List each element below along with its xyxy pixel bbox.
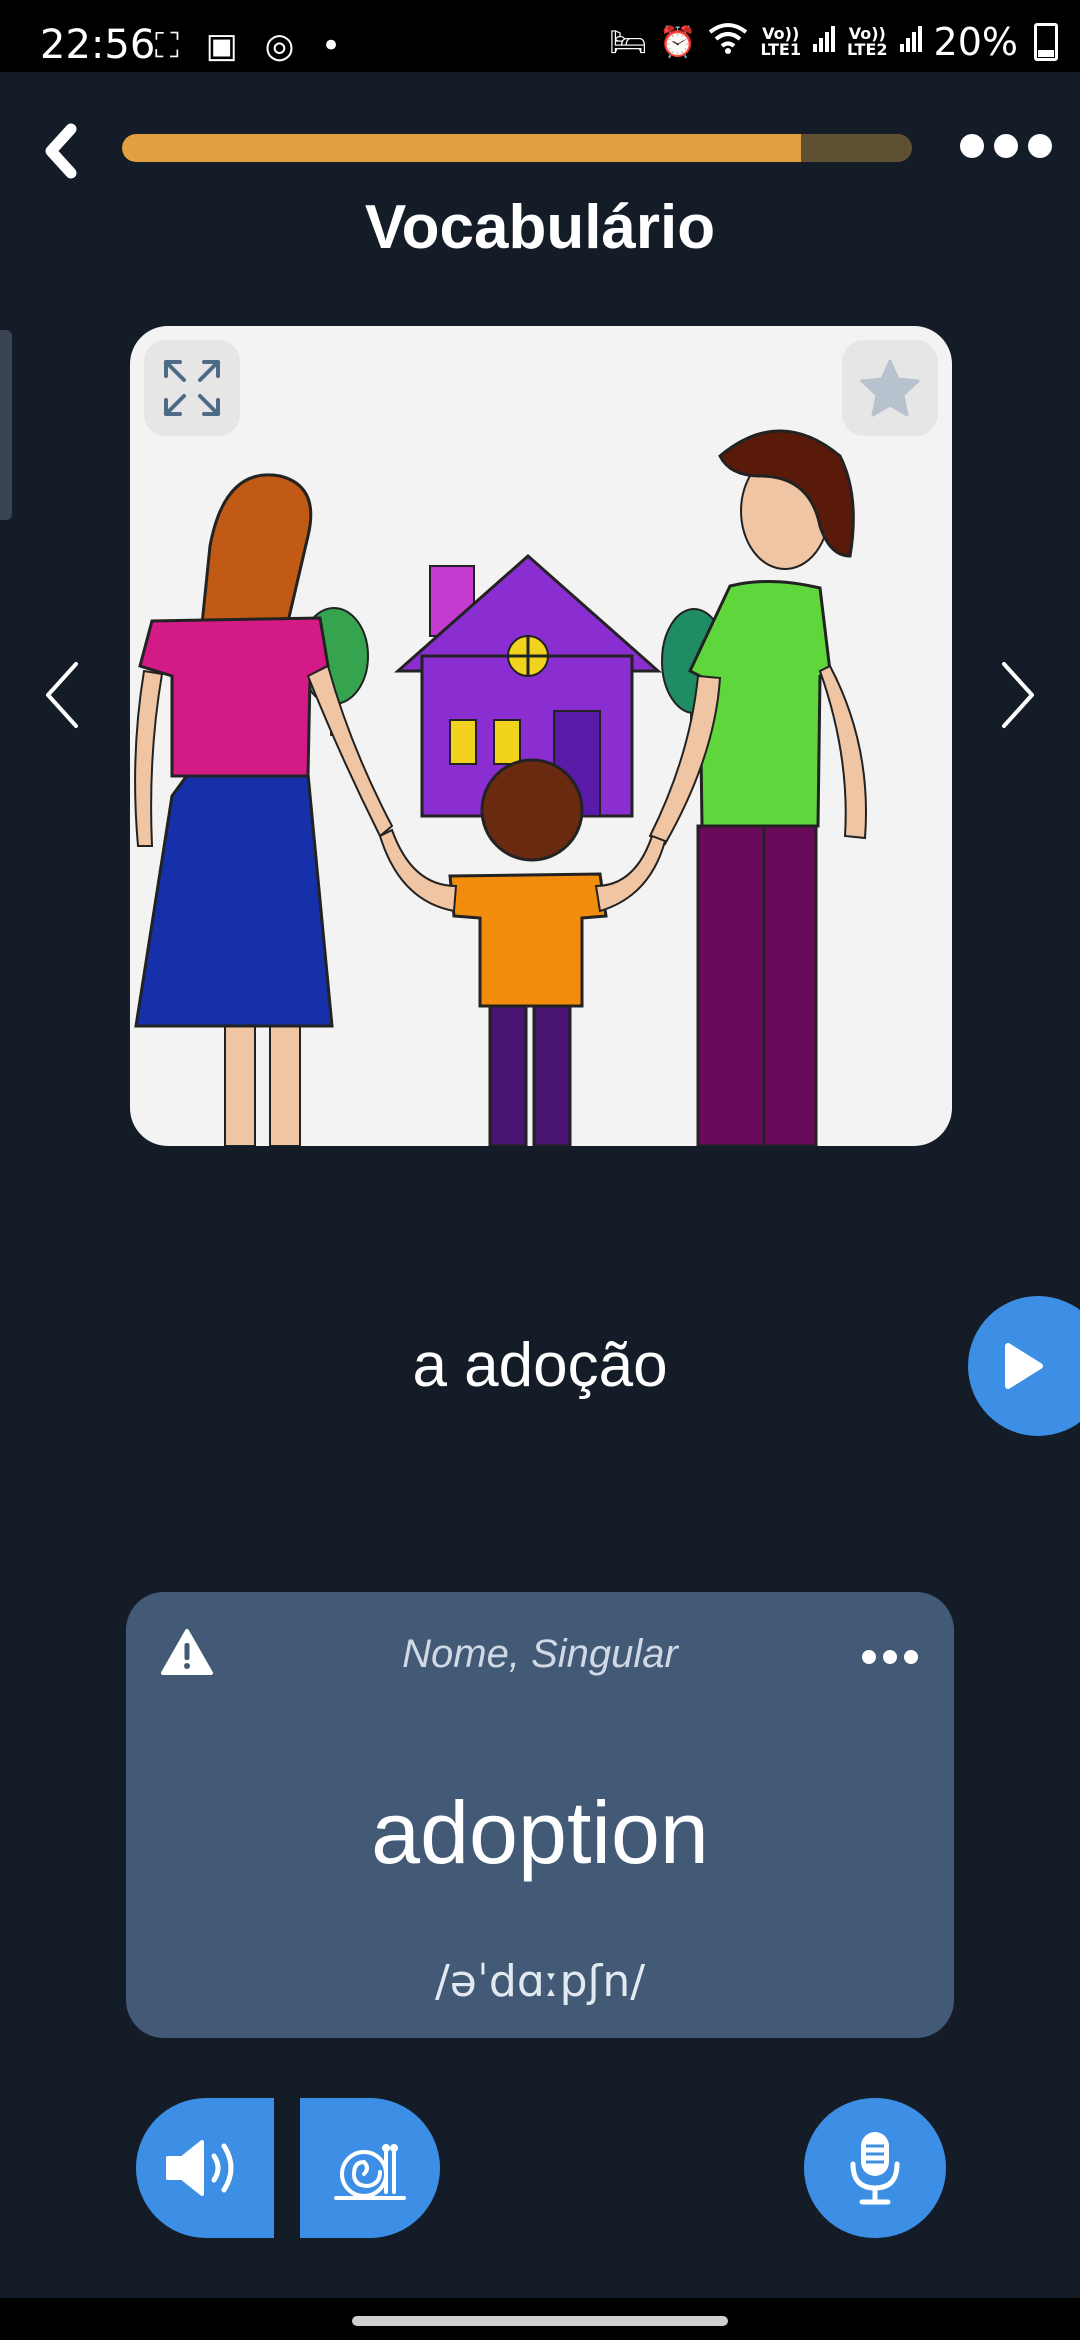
star-icon [860,359,920,417]
signal-bars-2-icon [899,25,922,60]
status-left-icons: ⛶ ▣ ◎ • [155,26,349,66]
more-dot-icon [960,134,984,158]
alarm-icon: ⏰ [659,24,697,60]
speaker-icon [166,2140,234,2196]
sleep-icon: 🛏 [609,24,648,60]
chevron-left-icon [45,123,77,179]
family-adoption-illustration [134,429,867,1146]
status-right-icons: 🛏 ⏰ Vo)) LTE1 Vo)) LTE2 20% [609,20,1058,64]
status-bar: 22:56 ⛶ ▣ ◎ • 🛏 ⏰ Vo)) LTE1 Vo)) LTE2 20% [0,0,1080,72]
edge-panel-handle[interactable] [0,330,12,520]
battery-percent: 20% [933,20,1018,64]
chevron-left-icon [46,662,78,728]
screen-record-icon: ▣ [205,26,246,66]
previous-card-button[interactable] [32,655,92,735]
vocabulary-word: a adoção [412,1331,668,1400]
play-slow-speed-button[interactable] [300,2098,440,2238]
chevron-right-icon [1002,662,1034,728]
signal-lte2-icon: Vo)) LTE2 [847,24,888,59]
status-time: 22:56 [40,22,156,68]
signal-bars-1-icon [813,25,835,60]
dot-icon: • [321,26,350,66]
favorite-button[interactable] [842,340,938,436]
play-audio-button[interactable] [968,1296,1080,1436]
more-dot-icon [994,134,1018,158]
translation-card: Nome, Singular adoption /əˈdɑːpʃn/ [126,1592,954,2038]
next-card-button[interactable] [988,655,1048,735]
card-more-button[interactable] [862,1650,918,1664]
screenshot-frame-icon: ⛶ [155,26,187,66]
word-grammar-tags: Nome, Singular [402,1632,678,1676]
lesson-progress-fill [122,134,802,162]
signal-lte1-icon: Vo)) LTE1 [760,24,801,59]
lesson-topbar [0,110,1080,182]
app-icon: ◎ [264,26,303,66]
vocabulary-image-card [130,326,952,1146]
expand-image-button[interactable] [144,340,240,436]
more-dot-icon [1028,134,1052,158]
page-title: Vocabulário [364,193,716,262]
home-indicator[interactable] [352,2316,728,2326]
battery-icon [1034,23,1058,61]
back-button[interactable] [34,123,88,179]
more-dot-icon [883,1650,897,1664]
translation-text: adoption [371,1783,709,1882]
more-dot-icon [904,1650,918,1664]
lesson-progress-bar [122,134,912,162]
wifi-icon [708,22,748,62]
phonetic-transcription: /əˈdɑːpʃn/ [434,1956,646,2007]
play-normal-speed-button[interactable] [136,2098,274,2238]
snail-icon [334,2144,406,2200]
more-dot-icon [862,1650,876,1664]
play-icon [1005,1343,1043,1389]
more-options-button[interactable] [960,134,1052,158]
record-pronunciation-button[interactable] [804,2098,946,2238]
expand-icon [164,360,220,416]
microphone-icon [850,2132,900,2205]
